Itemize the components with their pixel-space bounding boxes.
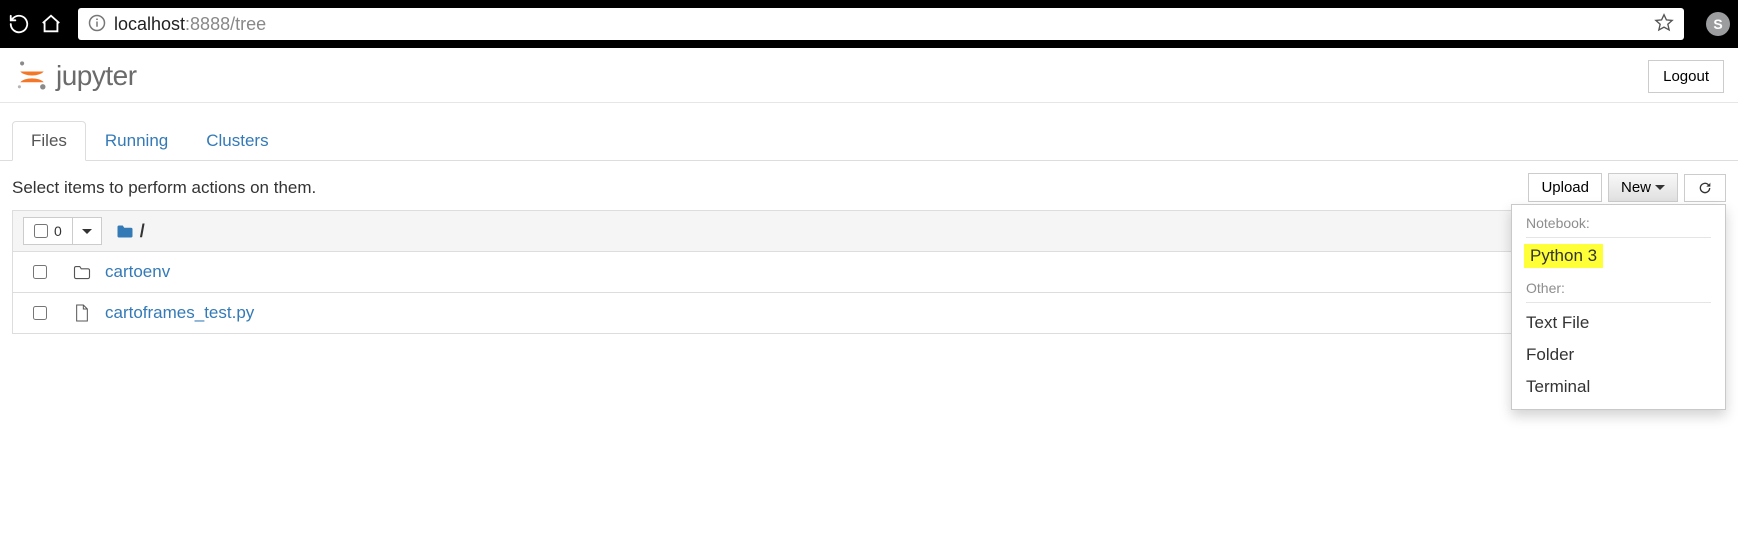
select-caret[interactable] bbox=[72, 218, 101, 244]
row-checkbox[interactable] bbox=[33, 265, 47, 279]
select-group[interactable]: 0 bbox=[23, 217, 102, 245]
dropdown-item-textfile[interactable]: Text File bbox=[1512, 307, 1725, 339]
url-text: localhost:8888/tree bbox=[114, 14, 266, 35]
info-icon bbox=[88, 14, 106, 35]
row-checkbox[interactable] bbox=[33, 306, 47, 320]
dropdown-item-terminal[interactable]: Terminal bbox=[1512, 371, 1725, 403]
select-count-value: 0 bbox=[54, 223, 62, 239]
jupyter-header: jupyter Logout bbox=[0, 48, 1738, 103]
dropdown-header-other: Other: bbox=[1512, 276, 1725, 298]
folder-icon bbox=[116, 224, 134, 239]
caret-down-icon bbox=[82, 229, 92, 234]
browser-toolbar: localhost:8888/tree S bbox=[0, 0, 1738, 48]
address-bar[interactable]: localhost:8888/tree bbox=[78, 8, 1684, 40]
bookmark-star-icon[interactable] bbox=[1654, 13, 1674, 36]
dropdown-item-folder[interactable]: Folder bbox=[1512, 339, 1725, 371]
dropdown-divider bbox=[1526, 302, 1711, 303]
select-count[interactable]: 0 bbox=[24, 218, 72, 244]
folder-icon bbox=[73, 264, 91, 281]
file-list: 0 / ed cartoenv go cartoframes_test.py g… bbox=[0, 210, 1738, 346]
row-name[interactable]: cartoenv bbox=[105, 262, 170, 282]
jupyter-logo-icon bbox=[14, 58, 50, 94]
list-header: 0 / ed bbox=[12, 210, 1726, 252]
list-item[interactable]: cartoenv go bbox=[12, 252, 1726, 293]
logout-button[interactable]: Logout bbox=[1648, 60, 1724, 93]
new-dropdown: Notebook: Python 3 Other: Text File Fold… bbox=[1511, 204, 1726, 410]
refresh-button[interactable] bbox=[1684, 174, 1726, 202]
upload-button[interactable]: Upload bbox=[1528, 173, 1602, 202]
row-name[interactable]: cartoframes_test.py bbox=[105, 303, 254, 323]
tabs: Files Running Clusters bbox=[0, 121, 1738, 161]
caret-down-icon bbox=[1655, 185, 1665, 190]
dropdown-item-python3[interactable]: Python 3 bbox=[1524, 244, 1603, 268]
file-icon bbox=[73, 303, 91, 323]
dropdown-header-notebook: Notebook: bbox=[1512, 211, 1725, 233]
tab-clusters[interactable]: Clusters bbox=[187, 121, 287, 161]
breadcrumb-root: / bbox=[140, 221, 145, 242]
refresh-icon bbox=[1697, 180, 1713, 196]
breadcrumb[interactable]: / bbox=[116, 221, 145, 242]
select-all-checkbox[interactable] bbox=[34, 224, 48, 238]
dropdown-divider bbox=[1526, 237, 1711, 238]
jupyter-logo-text: jupyter bbox=[56, 60, 137, 92]
jupyter-logo[interactable]: jupyter bbox=[14, 58, 137, 94]
tab-running[interactable]: Running bbox=[86, 121, 187, 161]
hint-text: Select items to perform actions on them. bbox=[12, 178, 316, 198]
new-button[interactable]: New bbox=[1608, 173, 1678, 202]
new-button-label: New bbox=[1621, 179, 1651, 196]
list-item[interactable]: cartoframes_test.py go bbox=[12, 293, 1726, 334]
home-icon[interactable] bbox=[40, 13, 62, 35]
tab-files[interactable]: Files bbox=[12, 121, 86, 161]
reload-icon[interactable] bbox=[8, 13, 30, 35]
actions-row: Select items to perform actions on them.… bbox=[0, 161, 1738, 210]
extension-icon[interactable]: S bbox=[1706, 12, 1730, 36]
